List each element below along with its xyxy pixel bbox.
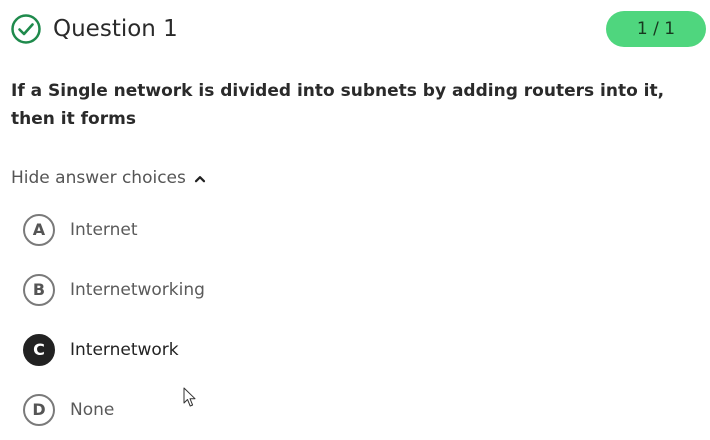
- choice-text-a: Internet: [70, 220, 138, 240]
- choice-letter-c: C: [23, 334, 55, 366]
- choice-letter-b: B: [23, 274, 55, 306]
- hide-answer-choices-toggle[interactable]: Hide answer choices: [11, 164, 206, 192]
- mouse-pointer-icon: [183, 387, 196, 407]
- check-circle-icon: [11, 14, 41, 44]
- choice-text-d: None: [70, 400, 115, 420]
- question-header: Question 1 1 / 1: [10, 11, 706, 47]
- score-badge: 1 / 1: [606, 11, 706, 47]
- answer-choice-b[interactable]: B Internetworking: [23, 272, 205, 308]
- question-title: Question 1: [53, 16, 178, 42]
- question-text: If a Single network is divided into subn…: [11, 81, 665, 129]
- chevron-up-icon: [194, 176, 205, 183]
- answer-choice-c[interactable]: C Internetwork: [23, 332, 179, 368]
- hide-answer-choices-label: Hide answer choices: [11, 168, 186, 188]
- choice-text-b: Internetworking: [70, 280, 205, 300]
- choice-letter-d: D: [23, 394, 55, 426]
- choice-text-c: Internetwork: [70, 340, 179, 360]
- answer-choice-a[interactable]: A Internet: [23, 212, 138, 248]
- answer-choice-d[interactable]: D None: [23, 392, 114, 428]
- choice-letter-a: A: [23, 214, 55, 246]
